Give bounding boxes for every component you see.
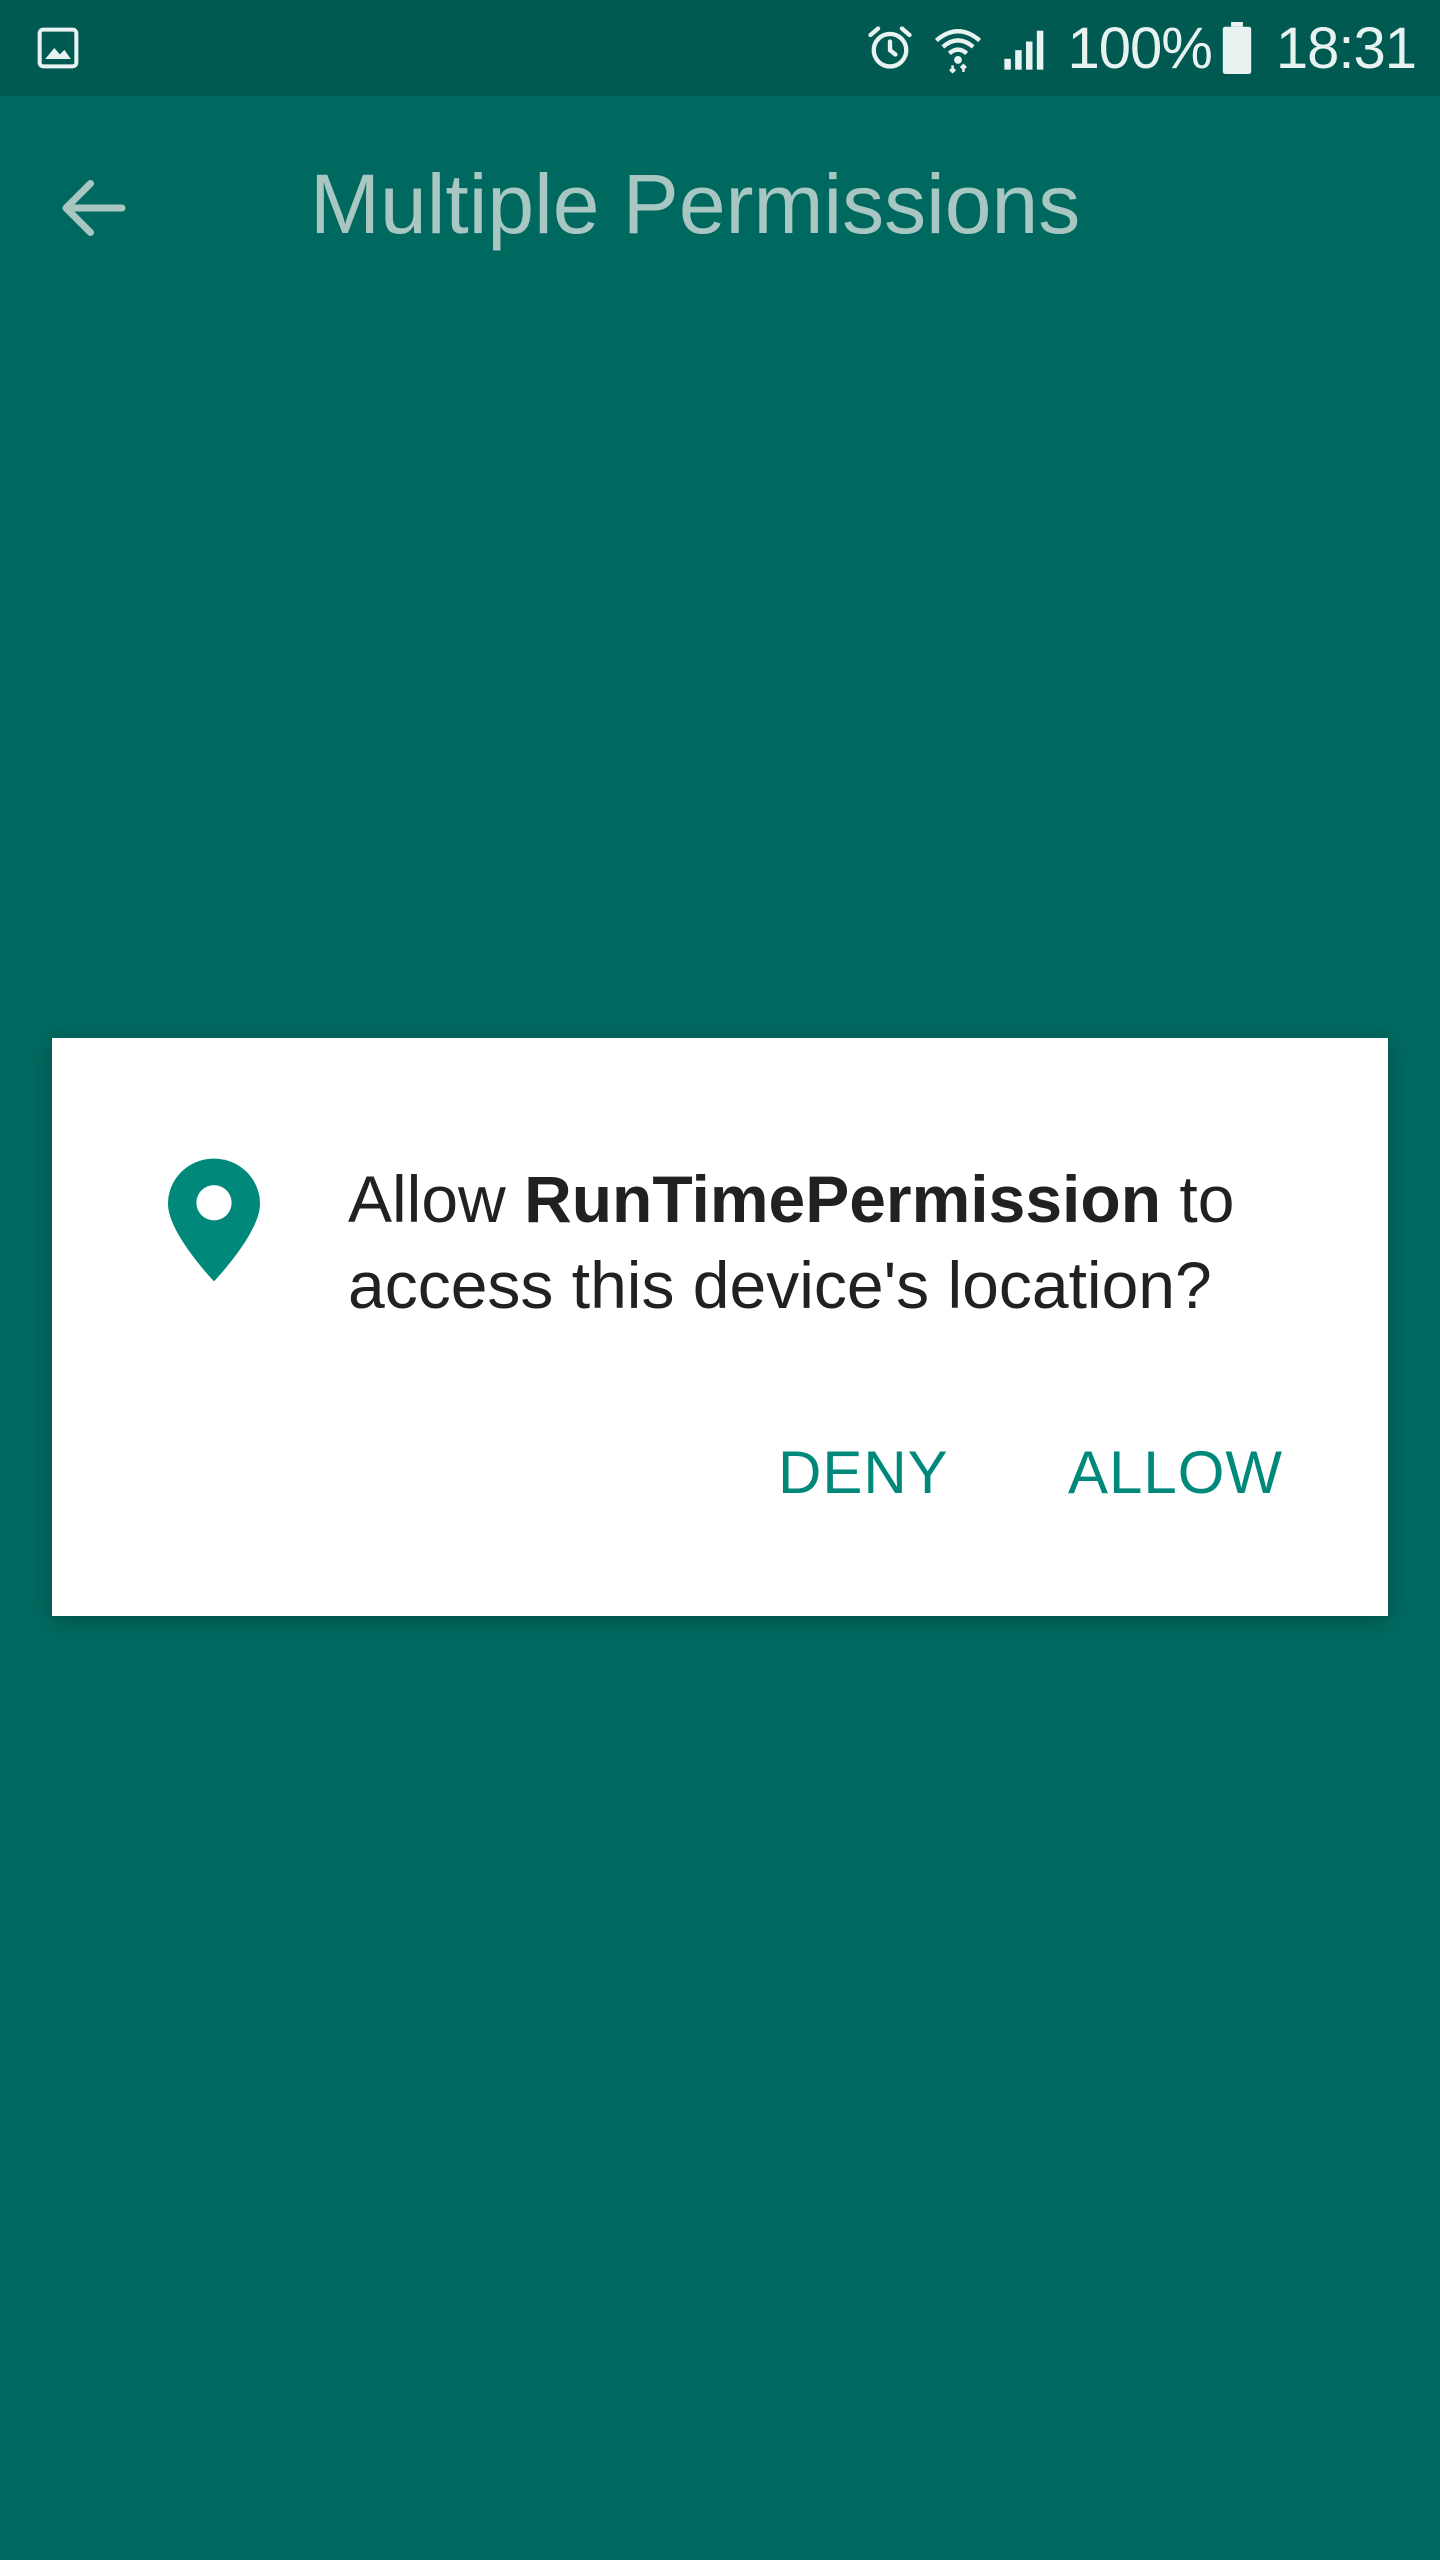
status-bar: 100% 18:31 — [0, 0, 1440, 96]
screen: 100% 18:31 Multiple Permissions Allow Ru… — [0, 0, 1440, 2560]
app-name: RunTimePermission — [524, 1162, 1162, 1236]
status-time: 18:31 — [1275, 15, 1417, 81]
signal-icon — [1000, 22, 1052, 74]
alarm-icon — [864, 22, 916, 74]
battery-percent: 100% — [1067, 15, 1213, 81]
back-button[interactable] — [52, 166, 136, 250]
dialog-message: Allow RunTimePermission to access this d… — [348, 1156, 1348, 1328]
page-title: Multiple Permissions — [310, 157, 1081, 251]
wifi-icon — [932, 22, 984, 74]
status-right: 100% 18:31 — [864, 0, 1417, 96]
message-prefix: Allow — [348, 1162, 525, 1236]
location-pin-icon — [168, 1158, 260, 1282]
app-bar: Multiple Permissions — [0, 96, 1440, 326]
battery-icon — [1222, 22, 1252, 74]
permission-dialog: Allow RunTimePermission to access this d… — [52, 1038, 1388, 1616]
arrow-back-icon — [52, 166, 136, 250]
gallery-icon — [36, 26, 80, 70]
deny-button[interactable]: DENY — [778, 1438, 949, 1507]
allow-button[interactable]: ALLOW — [1068, 1438, 1283, 1507]
